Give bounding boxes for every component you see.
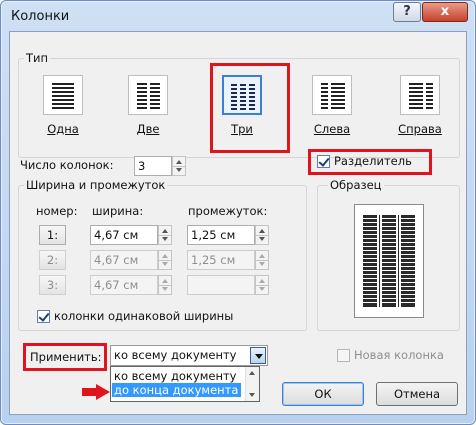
dialog-title: Колонки bbox=[11, 9, 70, 24]
apply-dropdown-list: ко всему документу до конца документа bbox=[110, 366, 260, 402]
width-header: ширина: bbox=[92, 204, 144, 218]
one-column-icon bbox=[52, 83, 74, 109]
col-1-width-input[interactable]: 4,67 см bbox=[90, 225, 158, 245]
equal-width-label: колонки одинаковой ширины bbox=[54, 309, 234, 323]
preset-right-label: Справа bbox=[398, 122, 442, 136]
dropdown-arrow-icon[interactable] bbox=[250, 347, 266, 364]
apply-option-to-end[interactable]: до конца документа bbox=[112, 383, 241, 397]
width-spacing-group-label: Ширина и промежуток bbox=[24, 178, 168, 192]
dialog-body: Тип Одна Две Три Слева Справа Число коло… bbox=[9, 31, 467, 415]
new-column-checkbox bbox=[337, 349, 350, 362]
col-2-number: 2: bbox=[39, 250, 66, 270]
apply-combobox[interactable]: ко всему документу bbox=[110, 345, 268, 366]
preset-left-label: Слева bbox=[313, 122, 351, 136]
col-3-spacing-input bbox=[187, 275, 255, 295]
preview-page bbox=[354, 204, 424, 318]
help-icon: ? bbox=[403, 4, 411, 19]
cancel-button[interactable]: Отмена bbox=[376, 382, 458, 406]
col-1-width-spinner[interactable] bbox=[158, 225, 172, 245]
col-2-width-input: 4,67 см bbox=[90, 250, 158, 270]
close-button[interactable]: x bbox=[422, 2, 468, 22]
new-column-label: Новая колонка bbox=[354, 348, 444, 362]
col-1-spacing-spinner[interactable] bbox=[255, 225, 269, 245]
separator-checkbox[interactable] bbox=[317, 155, 330, 168]
col-1-number: 1: bbox=[39, 225, 66, 245]
preview-columns-graphic bbox=[363, 215, 415, 307]
col-3-width-input: 4,67 см bbox=[90, 275, 158, 295]
right-column-icon bbox=[409, 83, 433, 109]
columns-dialog: Колонки ? x Тип Одна Две Три Слева Справ… bbox=[0, 0, 476, 425]
preset-one-label: Одна bbox=[47, 122, 79, 136]
apply-option-whole-document[interactable]: ко всему документу bbox=[112, 369, 246, 383]
col-2-spacing-spinner bbox=[255, 250, 269, 270]
help-button[interactable]: ? bbox=[393, 2, 421, 22]
apply-label: Применить: bbox=[30, 350, 102, 364]
type-group-label: Тип bbox=[24, 51, 51, 65]
separator-label: Разделитель bbox=[334, 154, 412, 168]
col-2-spacing-input: 1,25 см bbox=[187, 250, 255, 270]
annotation-highlight-three bbox=[210, 63, 290, 153]
spinner-down-icon[interactable] bbox=[173, 166, 185, 175]
num-columns-label: Число колонок: bbox=[20, 158, 114, 172]
preset-one-button[interactable] bbox=[43, 75, 83, 115]
title-bar[interactable]: Колонки ? x bbox=[1, 1, 475, 31]
dropdown-scrollbar[interactable] bbox=[245, 367, 259, 401]
col-1-spacing-input[interactable]: 1,25 см bbox=[187, 225, 255, 245]
num-columns-spinner[interactable] bbox=[172, 156, 186, 176]
ok-button[interactable]: ОК bbox=[282, 382, 364, 406]
col-num-header: номер: bbox=[36, 204, 78, 218]
col-3-width-spinner bbox=[158, 275, 172, 295]
col-3-number: 3: bbox=[39, 275, 66, 295]
apply-selected-value: ко всему документу bbox=[114, 348, 237, 362]
annotation-arrow-icon bbox=[82, 384, 110, 400]
preset-two-button[interactable] bbox=[128, 75, 168, 115]
col-2-width-spinner bbox=[158, 250, 172, 270]
col-3-spacing-spinner bbox=[255, 275, 269, 295]
preset-two-label: Две bbox=[136, 122, 160, 136]
num-columns-input[interactable]: 3 bbox=[134, 156, 172, 176]
left-column-icon bbox=[321, 83, 345, 109]
preset-left-button[interactable] bbox=[312, 75, 352, 115]
spacing-header: промежуток: bbox=[188, 204, 268, 218]
equal-width-checkbox[interactable] bbox=[37, 310, 50, 323]
scroll-up-icon bbox=[249, 371, 255, 375]
scroll-down-icon bbox=[249, 393, 255, 397]
preset-right-button[interactable] bbox=[400, 75, 440, 115]
preview-label: Образец bbox=[328, 178, 384, 192]
close-icon: x bbox=[440, 4, 450, 19]
two-columns-icon bbox=[137, 83, 160, 109]
